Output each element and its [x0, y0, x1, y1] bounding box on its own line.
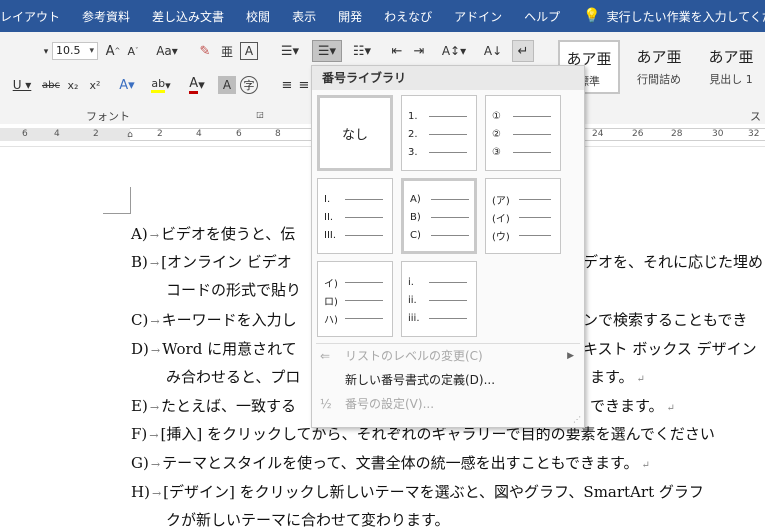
numbering-tile-iroha[interactable]: イ) ロ) ハ)	[317, 261, 393, 337]
clear-formatting-icon[interactable]: ✎	[196, 42, 214, 60]
font-name-dropdown-icon[interactable]: ▾	[42, 46, 50, 58]
tab-developer[interactable]: 開発	[327, 8, 373, 25]
font-color-icon[interactable]: A ▾	[184, 76, 210, 94]
ruler-number: 30	[712, 129, 724, 139]
numbering-tile-circled[interactable]: ① ② ③	[485, 95, 561, 171]
show-formatting-marks-icon[interactable]: ↵	[512, 40, 534, 62]
ruler-number: 4	[196, 129, 202, 139]
change-case-icon[interactable]: Aa▾	[154, 42, 180, 60]
list-item-continued: キスト ボックス デザイン	[583, 340, 757, 358]
tell-me-box[interactable]: 💡 実行したい作業を入力してください	[571, 8, 765, 25]
text-effects-icon[interactable]: A▾	[114, 76, 140, 94]
tab-waenavi[interactable]: わえなび	[373, 8, 443, 25]
grow-font-icon[interactable]: A ^	[104, 42, 122, 60]
ruler-number: 32	[748, 129, 760, 139]
numbering-library-menu: 番号ライブラリ なし 1. 2. 3. ① ② ③ I. II. III. A)…	[311, 65, 585, 428]
ruler-number: 6	[236, 129, 242, 139]
set-numbering-value-item[interactable]: ½ 番号の設定(V)...	[312, 393, 584, 415]
underline-icon[interactable]: U ▾	[10, 76, 34, 94]
shrink-font-icon[interactable]: Aˇ	[124, 42, 142, 60]
bullets-icon[interactable]: ☰▾	[278, 42, 302, 60]
ruler-number: 2	[157, 129, 163, 139]
numbering-value-icon: ½	[320, 397, 332, 411]
tab-mailings[interactable]: 差し込み文書	[141, 8, 235, 25]
list-level-icon: ⇐	[320, 349, 331, 363]
tell-me-text: 実行したい作業を入力してください	[606, 9, 765, 24]
crop-mark	[130, 187, 131, 213]
multilevel-list-icon[interactable]: ☷▾	[348, 42, 376, 60]
ruler-number: 6	[22, 129, 28, 139]
numbering-tile-katakana[interactable]: (ア) (イ) (ウ)	[485, 178, 561, 254]
numbering-library-header: 番号ライブラリ	[312, 66, 584, 90]
list-item-wrap: コードの形式で貼り	[166, 281, 302, 299]
numbering-icon[interactable]: ☰▾	[312, 40, 342, 62]
align-left-icon[interactable]: ≡	[278, 76, 296, 94]
font-group-label: フォント	[86, 110, 130, 123]
character-shading-icon[interactable]: A	[218, 76, 236, 94]
tab-help[interactable]: ヘルプ	[513, 8, 571, 25]
list-item: H) → [デザイン] をクリックし新しいテーマを選ぶと、図やグラフ、SmartAr…	[131, 483, 704, 501]
submenu-arrow-icon: ▶	[567, 351, 574, 361]
ruler-number: 26	[632, 129, 644, 139]
list-item-continued: ンで検索することもでき	[583, 311, 748, 329]
sort-icon[interactable]: A↓	[484, 42, 502, 60]
enclose-characters-icon[interactable]: 字	[240, 76, 258, 94]
numbering-tile-lower-roman[interactable]: i. ii. iii.	[401, 261, 477, 337]
numbering-tile-arabic[interactable]: 1. 2. 3.	[401, 95, 477, 171]
style-heading-1[interactable]: あア亜 見出し 1	[700, 40, 762, 94]
increase-indent-icon[interactable]: ⇥	[410, 42, 428, 60]
tab-view[interactable]: 表示	[281, 8, 327, 25]
tab-layout[interactable]: レイアウト	[0, 8, 71, 25]
tab-review[interactable]: 校閲	[235, 8, 281, 25]
list-item-wrap: クが新しいテーマに合わせて変わります。	[166, 511, 450, 529]
list-item-wrap: み合わせると、プロ	[166, 368, 301, 386]
font-dialog-launcher-icon[interactable]: ◲	[256, 110, 264, 119]
list-item: D) → Word に用意されて	[131, 340, 297, 358]
numbering-tile-letters[interactable]: A) B) C)	[401, 178, 477, 254]
character-border-icon[interactable]: A	[240, 42, 258, 60]
list-item: G) → テーマとスタイルを使って、文書全体の統一感を出すこともできます。 ↵	[131, 454, 650, 472]
numbering-none-tile[interactable]: なし	[317, 95, 393, 171]
list-item: C) → キーワードを入力し	[131, 311, 297, 329]
phonetic-guide-icon[interactable]: 亜	[218, 42, 236, 60]
tab-references[interactable]: 参考資料	[71, 8, 141, 25]
define-new-number-format-item[interactable]: 新しい番号書式の定義(D)...	[312, 369, 584, 391]
font-size-box[interactable]: 10.5	[52, 42, 98, 60]
numbering-tile-roman[interactable]: I. II. III.	[317, 178, 393, 254]
lightbulb-icon: 💡	[583, 8, 601, 24]
superscript-icon[interactable]: x²	[86, 76, 104, 94]
ruler-number: 4	[54, 129, 60, 139]
ribbon-tab-bar: レイアウト 参考資料 差し込み文書 校閲 表示 開発 わえなび アドイン ヘルプ…	[0, 0, 765, 32]
align-center-icon[interactable]: ≡	[298, 76, 310, 94]
ruler-number: 8	[275, 129, 281, 139]
change-list-level-item[interactable]: ⇐ リストのレベルの変更(C) ▶	[312, 345, 584, 367]
crop-mark	[103, 213, 131, 214]
list-item: B) → [オンライン ビデオ	[131, 253, 292, 271]
resize-grip-icon[interactable]: ⋰	[573, 415, 581, 424]
strikethrough-icon[interactable]: abc	[40, 76, 62, 94]
subscript-icon[interactable]: x₂	[64, 76, 82, 94]
decrease-indent-icon[interactable]: ⇤	[388, 42, 406, 60]
ruler-number: 24	[592, 129, 604, 139]
highlight-icon[interactable]: ab ▾	[148, 76, 174, 94]
indent-marker-icon[interactable]: ⌂	[125, 126, 135, 144]
list-item: E) → たとえば、一致する	[131, 397, 297, 415]
list-item-continued: デオを、それに応じた埋め	[583, 253, 764, 271]
list-item-continued: ます。 ↵	[590, 368, 645, 386]
text-direction-icon[interactable]: A↕▾	[440, 42, 468, 60]
style-no-spacing[interactable]: あア亜 行間詰め	[628, 40, 690, 94]
list-item-continued: できます。 ↵	[590, 397, 675, 415]
ruler-number: 2	[93, 129, 99, 139]
tab-addins[interactable]: アドイン	[443, 8, 513, 25]
list-item: A) → ビデオを使うと、伝	[131, 225, 296, 243]
ruler-number: 28	[671, 129, 683, 139]
